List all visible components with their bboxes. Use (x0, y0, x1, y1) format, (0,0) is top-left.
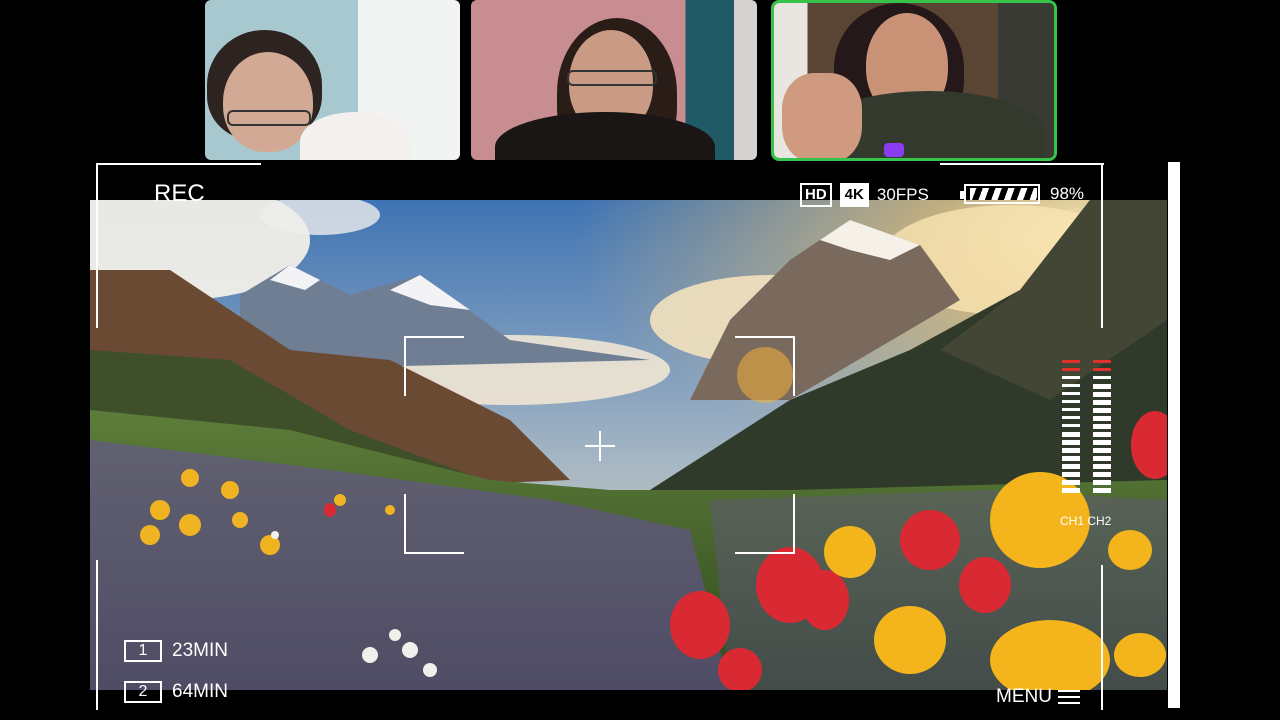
audio-meter-segment (1062, 472, 1080, 477)
landscape-scene (90, 200, 1167, 690)
focus-bracket-bottom-right (735, 494, 795, 554)
audio-meter-segment (1062, 480, 1080, 485)
audio-channels-label: CH1 CH2 (1060, 514, 1112, 528)
participant-tile-1[interactable] (205, 0, 460, 160)
viewfinder-frame-right-bottom (1101, 565, 1103, 710)
audio-meter-segment (1062, 464, 1080, 469)
slot-2: 2 64MIN (124, 681, 228, 703)
audio-meter-segment (1093, 368, 1111, 371)
audio-meter-segment (1062, 456, 1080, 461)
audio-meter-segment (1093, 448, 1111, 453)
viewfinder-frame-top-right (940, 163, 1104, 165)
audio-meter-segment (1093, 488, 1111, 493)
viewfinder-frame-left-top (96, 163, 98, 328)
menu-button[interactable]: MENU (996, 686, 1080, 708)
main-video (90, 200, 1167, 690)
participant-2-glasses (567, 70, 657, 86)
audio-meter-segment (1062, 424, 1080, 427)
menu-label: MENU (996, 686, 1052, 707)
participant-tile-3[interactable] (771, 0, 1057, 161)
slot-1: 1 23MIN (124, 640, 228, 662)
focus-bracket-top-right (735, 336, 795, 396)
viewfinder-frame-top-left (96, 163, 261, 165)
audio-meter-segment (1062, 448, 1080, 453)
audio-meter-segment (1093, 432, 1111, 437)
slot-1-duration: 23MIN (172, 640, 228, 661)
audio-meter-segment (1062, 416, 1080, 419)
audio-meter-segment (1062, 392, 1080, 395)
format-badges: HD 4K 30FPS (800, 182, 929, 208)
audio-meter-segment (1062, 440, 1080, 445)
focus-bracket-bottom-left (404, 494, 464, 554)
participant-3-hand (782, 73, 862, 158)
slot-2-duration: 64MIN (172, 681, 228, 702)
audio-meter-segment (1093, 408, 1111, 413)
audio-meter-segment (1062, 360, 1080, 363)
battery-percent: 98% (1050, 184, 1085, 203)
audio-meter-segment (1062, 376, 1080, 379)
focus-bracket-top-left (404, 336, 464, 396)
audio-meter-segment (1062, 400, 1080, 403)
viewfinder-frame-right-top (1101, 163, 1103, 328)
audio-meter-segment (1093, 384, 1111, 389)
crosshair-icon (585, 431, 615, 461)
slot-2-number: 2 (124, 681, 162, 703)
audio-meter-segment (1062, 408, 1080, 411)
viewfinder-frame-left-bottom (96, 560, 98, 710)
participant-3-pendant (884, 143, 904, 157)
participant-1-glasses (227, 110, 311, 126)
audio-meter-segment (1093, 464, 1111, 469)
audio-meter-segment (1093, 376, 1111, 379)
audio-meter-segment (1093, 416, 1111, 421)
audio-meter-segment (1093, 480, 1111, 485)
audio-meter-segment (1062, 488, 1080, 493)
audio-meter-segment (1093, 392, 1111, 397)
fps-label: 30FPS (876, 185, 929, 204)
slot-1-number: 1 (124, 640, 162, 662)
battery-terminal (960, 191, 964, 199)
audio-meter-segment (1062, 384, 1080, 387)
audio-meter-segment (1062, 368, 1080, 371)
battery-icon (960, 184, 1040, 204)
audio-meter-segment (1093, 456, 1111, 461)
audio-meter-segment (1093, 360, 1111, 363)
audio-meter-segment (1062, 432, 1080, 437)
audio-meter-segment (1093, 400, 1111, 405)
battery-level-fill (970, 188, 1037, 200)
scrollbar[interactable] (1168, 162, 1180, 708)
audio-meter-segment (1093, 424, 1111, 429)
audio-meter-ch2 (1093, 360, 1111, 500)
rec-indicator: REC (154, 180, 205, 207)
participant-tile-2[interactable] (471, 0, 757, 160)
audio-meter-ch1 (1062, 360, 1080, 500)
audio-meter-segment (1093, 472, 1111, 477)
audio-meter-segment (1093, 440, 1111, 445)
hamburger-menu-icon (1057, 689, 1080, 705)
hd-badge: HD (800, 183, 832, 207)
4k-badge: 4K (839, 183, 869, 207)
